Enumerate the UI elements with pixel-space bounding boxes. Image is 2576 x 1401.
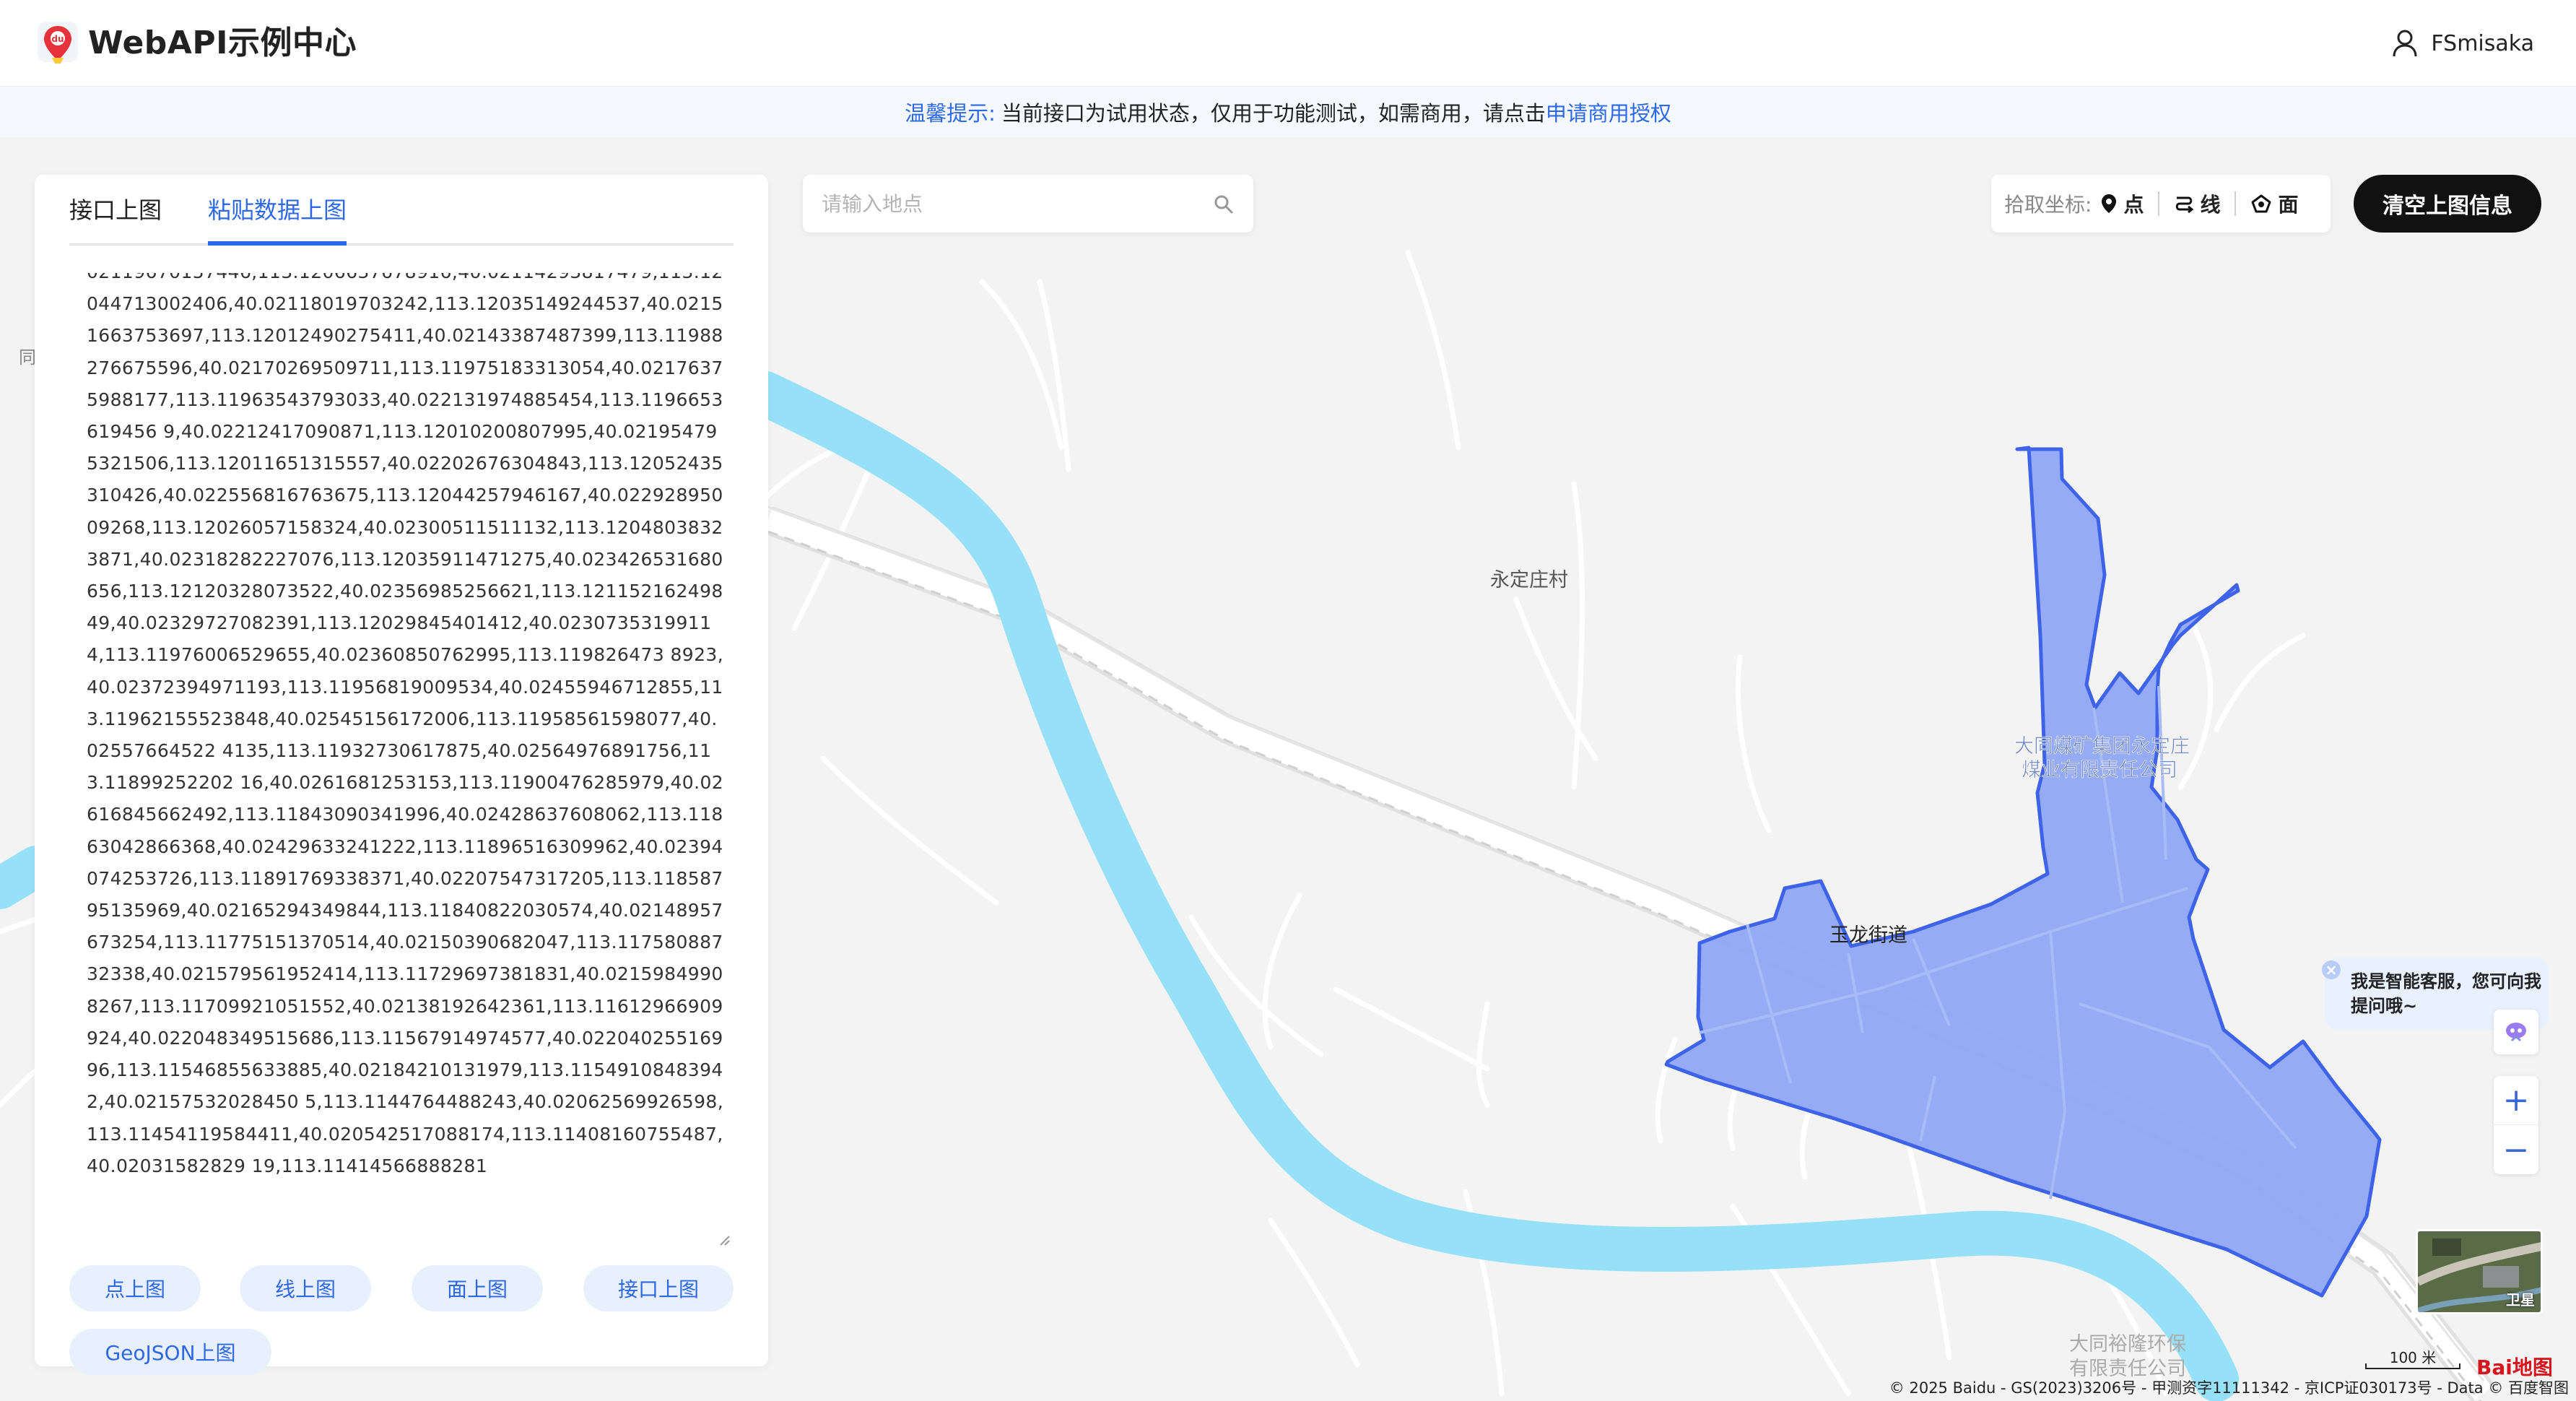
pick-point-label: 点 xyxy=(2123,193,2144,217)
divider xyxy=(2158,191,2160,216)
search-icon[interactable] xyxy=(1213,194,1235,215)
search-input[interactable] xyxy=(820,186,1196,221)
pick-point-button[interactable]: 点 xyxy=(2100,189,2144,218)
paste-data-textarea[interactable]: 113.12291169010246,40.01974004647794,113… xyxy=(35,273,768,1251)
tab-api-upload[interactable]: 接口上图 xyxy=(69,194,162,246)
pick-line-label: 线 xyxy=(2200,193,2221,217)
geojson-upload-button[interactable]: GeoJSON上图 xyxy=(69,1329,271,1375)
baidu-map-logo-icon: du xyxy=(38,22,78,64)
satellite-label: 卫星 xyxy=(2506,1291,2535,1309)
app-title: WebAPI示例中心 xyxy=(88,25,357,61)
map-label-company-line2: 煤业有限责任公司 xyxy=(2022,759,2177,781)
chatbot-icon xyxy=(2506,1023,2526,1042)
map-label-village: 永定庄村 xyxy=(1490,569,1568,591)
zoom-control: + − xyxy=(2494,1076,2538,1174)
line-upload-button[interactable]: 线上图 xyxy=(240,1265,371,1311)
map-label-company2: 大同裕隆环保 xyxy=(2069,1333,2186,1356)
map-label-edge: 同 xyxy=(19,347,36,368)
scale-bar xyxy=(2365,1363,2460,1369)
close-icon[interactable]: × xyxy=(2322,960,2341,979)
zoom-in-button[interactable]: + xyxy=(2494,1076,2538,1125)
pick-polygon-label: 面 xyxy=(2278,193,2299,217)
pick-line-button[interactable]: 线 xyxy=(2174,189,2220,218)
location-pin-icon xyxy=(2102,194,2117,213)
clear-map-button[interactable]: 清空上图信息 xyxy=(2354,175,2541,233)
satellite-toggle[interactable]: 卫星 xyxy=(2416,1229,2543,1314)
polygon-upload-button[interactable]: 面上图 xyxy=(412,1265,543,1311)
api-upload-button[interactable]: 接口上图 xyxy=(583,1265,734,1311)
point-upload-button[interactable]: 点上图 xyxy=(69,1265,201,1311)
zoom-out-button[interactable]: − xyxy=(2494,1125,2538,1174)
apply-license-link[interactable]: 申请商用授权 xyxy=(1546,97,1671,127)
upload-buttons: 点上图 线上图 面上图 接口上图 GeoJSON上图 xyxy=(69,1265,734,1401)
tip-title: 温馨提示: xyxy=(905,101,996,126)
divider xyxy=(2235,191,2237,216)
search-box xyxy=(803,175,1253,233)
pick-polygon-button[interactable]: 面 xyxy=(2250,189,2298,218)
user-name: FSmisaka xyxy=(2431,30,2534,56)
pick-coordinate-bar: 拾取坐标: 点 线 面 xyxy=(1991,175,2331,233)
user-menu[interactable]: FSmisaka xyxy=(2392,26,2534,61)
robot-assistant-icon[interactable] xyxy=(2494,1010,2538,1054)
route-icon xyxy=(2176,196,2194,214)
top-header: du WebAPI示例中心 FSmisaka xyxy=(0,0,2576,87)
tip-bar: 温馨提示: 当前接口为试用状态，仅用于功能测试，如需商用，请点击 申请商用授权 xyxy=(0,87,2576,137)
paste-data-text: 113.12291169010246,40.01974004647794,113… xyxy=(87,273,724,1176)
map-copyright: © 2025 Baidu - GS(2023)3206号 - 甲测资字11111… xyxy=(1889,1379,2569,1397)
resize-handle-icon[interactable] xyxy=(719,1235,731,1246)
user-icon xyxy=(2393,30,2417,57)
tab-paste-upload[interactable]: 粘贴数据上图 xyxy=(208,194,347,246)
svg-text:du: du xyxy=(51,34,64,44)
polygon-icon xyxy=(2251,194,2271,213)
tip-message: 当前接口为试用状态，仅用于功能测试，如需商用，请点击 xyxy=(1001,101,1546,126)
map-label-company: 大同煤矿集团永定庄 xyxy=(2014,735,2190,758)
map-scale: 100 米 xyxy=(2365,1346,2460,1369)
pick-label: 拾取坐标: xyxy=(2004,193,2092,217)
panel-tabs: 接口上图 粘贴数据上图 xyxy=(69,175,734,246)
map-label-street: 玉龙街道 xyxy=(1829,924,1907,947)
